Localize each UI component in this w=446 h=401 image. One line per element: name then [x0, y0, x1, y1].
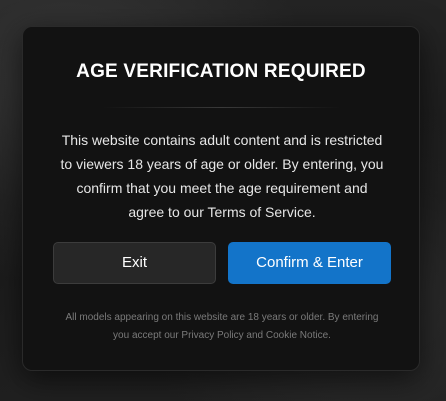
exit-button[interactable]: Exit — [53, 242, 216, 284]
dialog-title: AGE VERIFICATION REQUIRED — [76, 61, 366, 82]
divider — [103, 107, 341, 108]
legal-footnote: All models appearing on this website are… — [65, 312, 379, 341]
age-verification-dialog: AGE VERIFICATION REQUIRED This website c… — [22, 26, 420, 371]
confirm-enter-button[interactable]: Confirm & Enter — [228, 242, 391, 284]
dialog-message: This website contains adult content and … — [60, 132, 384, 220]
